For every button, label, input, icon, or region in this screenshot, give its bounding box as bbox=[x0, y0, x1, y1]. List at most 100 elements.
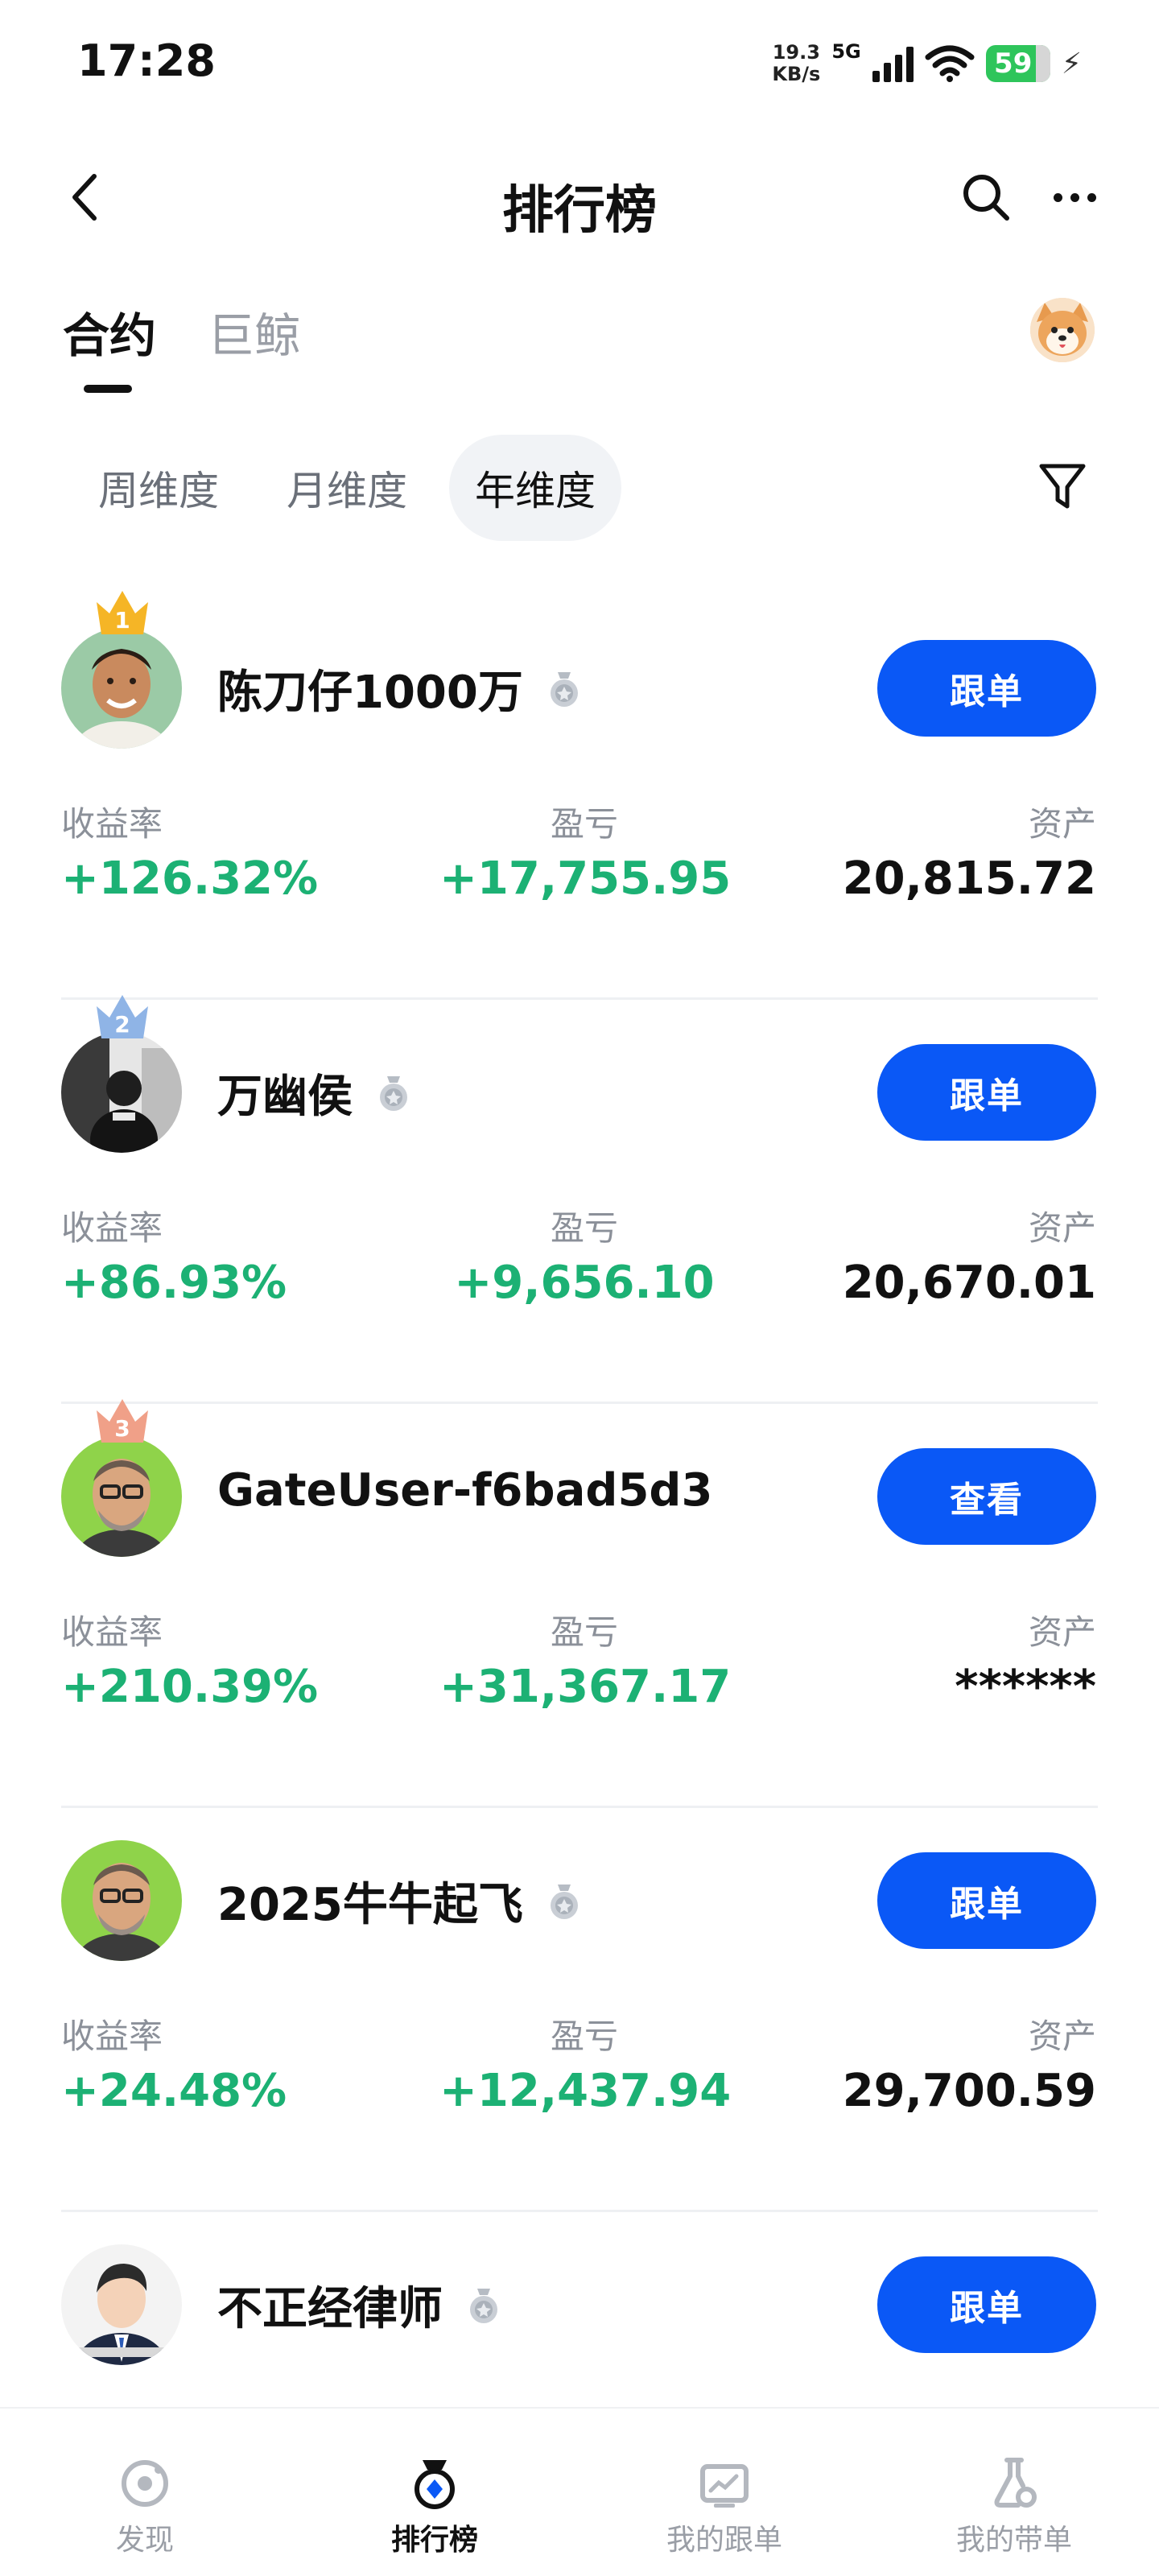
signal-icon bbox=[872, 45, 914, 82]
pnl-stat: 盈亏 +12,437.94 bbox=[439, 2009, 731, 2117]
medal-icon bbox=[415, 2460, 455, 2509]
pnl-value: +31,367.17 bbox=[439, 1661, 732, 1713]
roi-label: 收益率 bbox=[61, 2017, 163, 2056]
pnl-label: 盈亏 bbox=[550, 2017, 618, 2056]
funnel-icon bbox=[1039, 464, 1086, 509]
trader-card[interactable]: 3 GateUser-f6bad5d3 查看 收益率 +210.39% 盈亏 +… bbox=[0, 1399, 1159, 1808]
tab-contract[interactable]: 合约 bbox=[63, 298, 156, 365]
filter-button[interactable] bbox=[1030, 455, 1095, 519]
assets-value: ****** bbox=[955, 1661, 1096, 1713]
nav-label: 我的带单 bbox=[955, 2524, 1072, 2557]
name-row: 不正经律师 bbox=[217, 2273, 504, 2338]
assets-value: 29,700.59 bbox=[842, 2065, 1096, 2117]
name-row: 陈刀仔1000万 bbox=[217, 656, 584, 721]
trader-card[interactable]: 2025牛牛起飞 跟单 收益率 +24.48% 盈亏 +12,437.94 资产… bbox=[0, 1808, 1159, 2212]
pnl-label: 盈亏 bbox=[550, 804, 618, 844]
rank-crown-icon: 1 bbox=[97, 591, 148, 634]
nav-leaderboard[interactable]: 排行榜 bbox=[290, 2409, 580, 2576]
assets-label: 资产 bbox=[1028, 2017, 1096, 2056]
follow-button[interactable]: 跟单 bbox=[877, 1852, 1096, 1949]
assets-label: 资产 bbox=[1028, 804, 1096, 844]
avatar-wrap: 1 bbox=[61, 591, 182, 749]
trader-name[interactable]: 陈刀仔1000万 bbox=[217, 656, 523, 721]
avatar[interactable] bbox=[61, 628, 182, 749]
status-bar: 17:28 19.3 KB/s 5G 59 ⚡ bbox=[0, 0, 1159, 121]
battery-indicator: 59 bbox=[985, 45, 1050, 82]
avatar[interactable] bbox=[61, 1840, 182, 1961]
nav-label: 排行榜 bbox=[390, 2524, 478, 2557]
rank-crown-icon: 2 bbox=[97, 995, 148, 1038]
battery-level: 59 bbox=[994, 47, 1033, 80]
follow-button[interactable]: 跟单 bbox=[877, 640, 1096, 737]
nav-my-lead[interactable]: 我的带单 bbox=[869, 2409, 1159, 2576]
medal-icon bbox=[380, 1075, 407, 1111]
assets-stat: 资产 20,670.01 bbox=[843, 1201, 1096, 1309]
nav-discover[interactable]: 发现 bbox=[0, 2409, 290, 2576]
trader-stats: 收益率 +86.93% 盈亏 +9,656.10 资产 20,670.01 bbox=[61, 1201, 1096, 1309]
more-button[interactable] bbox=[1038, 161, 1111, 233]
mascot-avatar[interactable] bbox=[1030, 298, 1095, 362]
follow-button[interactable]: 跟单 bbox=[877, 2256, 1096, 2353]
roi-label: 收益率 bbox=[61, 1208, 163, 1248]
avatar[interactable] bbox=[61, 1032, 182, 1153]
trader-name[interactable]: 不正经律师 bbox=[217, 2273, 443, 2338]
wifi-icon bbox=[925, 45, 975, 82]
trader-card[interactable]: 1 陈刀仔1000万 跟单 收益率 +126.32% 盈亏 +17,755.95 bbox=[0, 591, 1159, 1000]
medal-icon bbox=[550, 1884, 578, 1919]
follow-button[interactable]: 跟单 bbox=[877, 1044, 1096, 1141]
search-button[interactable] bbox=[950, 161, 1022, 233]
trader-stats: 收益率 +24.48% 盈亏 +12,437.94 资产 29,700.59 bbox=[61, 2009, 1096, 2117]
trader-name[interactable]: GateUser-f6bad5d3 bbox=[217, 1464, 712, 1517]
name-row: 万幽侯 bbox=[217, 1060, 414, 1125]
assets-value: 20,815.72 bbox=[842, 852, 1096, 905]
tab-whale[interactable]: 巨鲸 bbox=[208, 298, 301, 365]
medal-icon bbox=[470, 2288, 497, 2323]
roi-value: +86.93% bbox=[61, 1257, 287, 1309]
medal-icon bbox=[550, 671, 578, 707]
network-type: 5G bbox=[831, 40, 861, 63]
period-week[interactable]: 周维度 bbox=[72, 435, 245, 541]
nav-label: 发现 bbox=[115, 2524, 174, 2557]
period-month[interactable]: 月维度 bbox=[261, 435, 433, 541]
assets-label: 资产 bbox=[1028, 1612, 1096, 1652]
pnl-stat: 盈亏 +17,755.95 bbox=[439, 797, 732, 905]
pnl-value: +17,755.95 bbox=[439, 852, 732, 905]
net-speed-value: 19.3 bbox=[772, 41, 820, 64]
search-icon bbox=[963, 175, 1009, 221]
pnl-stat: 盈亏 +9,656.10 bbox=[439, 1201, 729, 1309]
net-speed-unit: KB/s bbox=[772, 63, 821, 85]
primary-tabs: 合约 巨鲸 bbox=[63, 298, 301, 393]
bottom-nav: 发现 排行榜 我的跟单 我的带单 bbox=[0, 2407, 1159, 2576]
tab-underline bbox=[84, 385, 132, 393]
pnl-stat: 盈亏 +31,367.17 bbox=[439, 1605, 732, 1713]
assets-stat: 资产 20,815.72 bbox=[843, 797, 1096, 905]
avatar[interactable] bbox=[61, 2244, 182, 2365]
name-row: GateUser-f6bad5d3 bbox=[217, 1464, 712, 1517]
rank-number: 2 bbox=[114, 1011, 130, 1038]
status-time: 17:28 bbox=[77, 35, 216, 86]
roi-label: 收益率 bbox=[61, 804, 163, 844]
network-speed: 19.3 KB/s bbox=[772, 42, 820, 85]
period-year[interactable]: 年维度 bbox=[449, 435, 621, 541]
pnl-label: 盈亏 bbox=[550, 1208, 618, 1248]
avatar[interactable] bbox=[61, 1436, 182, 1557]
trader-name[interactable]: 万幽侯 bbox=[217, 1060, 353, 1125]
header: 排行榜 bbox=[0, 137, 1159, 258]
nav-my-copy[interactable]: 我的跟单 bbox=[580, 2409, 869, 2576]
ranking-list: 1 陈刀仔1000万 跟单 收益率 +126.32% 盈亏 +17,755.95 bbox=[0, 591, 1159, 2576]
assets-value: 20,670.01 bbox=[842, 1257, 1096, 1309]
trader-stats: 收益率 +210.39% 盈亏 +31,367.17 资产 ****** bbox=[61, 1605, 1096, 1713]
view-button[interactable]: 查看 bbox=[877, 1448, 1096, 1545]
trader-name[interactable]: 2025牛牛起飞 bbox=[217, 1868, 523, 1934]
roi-stat: 收益率 +126.32% bbox=[61, 797, 318, 905]
avatar-wrap bbox=[61, 1840, 182, 1961]
discover-icon bbox=[122, 2460, 168, 2507]
trader-stats: 收益率 +126.32% 盈亏 +17,755.95 资产 20,815.72 bbox=[61, 797, 1096, 905]
pnl-value: +9,656.10 bbox=[454, 1257, 715, 1309]
pnl-label: 盈亏 bbox=[550, 1612, 618, 1652]
trader-card[interactable]: 2 万幽侯 跟单 收益率 +86.93% 盈亏 +9,656.10 资产 20,… bbox=[0, 995, 1159, 1404]
assets-stat: 资产 ****** bbox=[955, 1605, 1096, 1713]
status-indicators: 19.3 KB/s 5G 59 ⚡ bbox=[772, 35, 1082, 92]
avatar-wrap: 3 bbox=[61, 1399, 182, 1557]
roi-label: 收益率 bbox=[61, 1612, 163, 1652]
